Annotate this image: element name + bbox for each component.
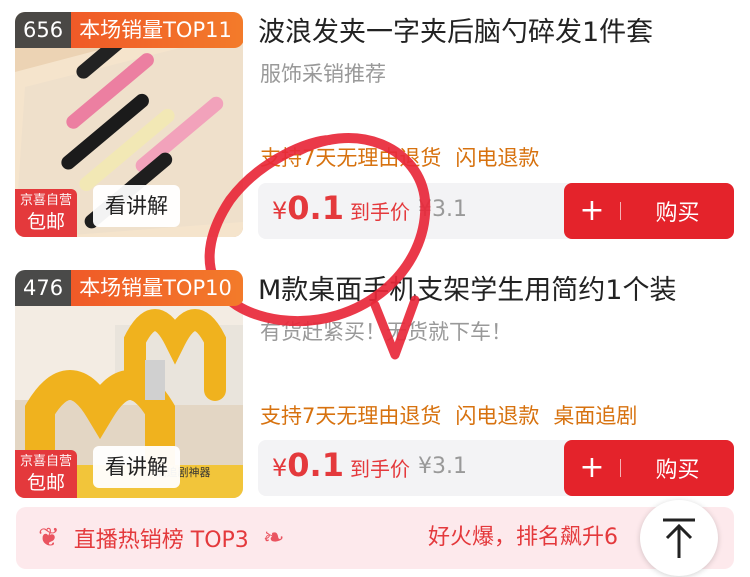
product-title[interactable]: 波浪发夹一字夹后脑勺碎发1件套 <box>258 14 653 52</box>
buy-label[interactable]: 购买 <box>621 452 734 484</box>
product-image[interactable]: 能追剧神器 476 本场销量TOP10 京喜自营 包邮 看讲解 <box>15 270 243 498</box>
price-value: 0.1 <box>287 189 344 227</box>
product-subtitle: 有货赶紧买！无货就下车！ <box>260 320 512 344</box>
rank-number: 476 <box>15 270 72 306</box>
price-value: 0.1 <box>287 446 344 484</box>
self-operated-badge: 京喜自营 包邮 <box>15 189 77 237</box>
tag-desktop-drama: 桌面追剧 <box>553 404 638 428</box>
add-to-cart-icon[interactable]: + <box>564 440 620 496</box>
final-price: ¥0.1 到手价 <box>272 446 410 484</box>
currency-symbol: ¥ <box>272 454 288 482</box>
final-price: ¥0.1 到手价 <box>272 189 410 227</box>
price-label: 到手价 <box>349 200 410 224</box>
back-to-top-button[interactable] <box>640 500 718 576</box>
product-image[interactable]: 656 本场销量TOP11 京喜自营 包邮 看讲解 <box>15 12 243 237</box>
original-price: ¥3.1 <box>418 454 467 479</box>
hot-ranking-title: ❦ 直播热销榜 TOP3 ❧ <box>38 507 285 569</box>
view-explanation-button[interactable]: 看讲解 <box>93 185 180 227</box>
rank-number: 656 <box>15 12 72 48</box>
rank-label: 本场销量TOP10 <box>71 270 243 306</box>
tag-fast-refund: 闪电退款 <box>455 404 540 428</box>
badge-line1: 京喜自营 <box>19 454 72 469</box>
add-to-cart-icon[interactable]: + <box>564 183 620 239</box>
buy-label[interactable]: 购买 <box>621 195 734 227</box>
laurel-left-icon: ❦ <box>38 523 60 553</box>
product-card[interactable]: 656 本场销量TOP11 京喜自营 包邮 看讲解 波浪发夹一字夹后脑勺碎发1件… <box>0 0 750 245</box>
price-bar: ¥0.1 到手价 ¥3.1 + 购买 <box>258 183 734 239</box>
buy-button[interactable]: + 购买 <box>564 183 734 239</box>
badge-line1: 京喜自营 <box>19 193 72 208</box>
sales-rank-badge: 476 本场销量TOP10 <box>15 270 243 306</box>
price-bar: ¥0.1 到手价 ¥3.1 + 购买 <box>258 440 734 496</box>
service-tags: 支持7天无理由退货 闪电退款 <box>260 142 553 174</box>
laurel-right-icon: ❧ <box>262 523 285 553</box>
hot-ranking-message: 好火爆，排名飙升6 <box>428 525 618 550</box>
service-tags: 支持7天无理由退货 闪电退款 桌面追剧 <box>260 400 651 432</box>
product-subtitle: 服饰采销推荐 <box>260 62 386 86</box>
back-to-top-icon <box>663 518 695 558</box>
currency-symbol: ¥ <box>272 197 288 225</box>
hot-ranking-label: 直播热销榜 TOP3 <box>73 528 249 553</box>
price-label: 到手价 <box>349 457 410 481</box>
original-price: ¥3.1 <box>418 197 467 222</box>
tag-fast-refund: 闪电退款 <box>455 146 540 170</box>
sales-rank-badge: 656 本场销量TOP11 <box>15 12 243 48</box>
rank-label: 本场销量TOP11 <box>71 12 243 48</box>
hot-ranking-banner[interactable]: ❦ 直播热销榜 TOP3 ❧ 好火爆，排名飙升6 <box>16 507 734 569</box>
self-operated-badge: 京喜自营 包邮 <box>15 450 77 498</box>
view-explanation-button[interactable]: 看讲解 <box>93 446 180 488</box>
buy-button[interactable]: + 购买 <box>564 440 734 496</box>
badge-line2: 包邮 <box>26 211 65 233</box>
tag-return-policy: 支持7天无理由退货 <box>260 404 442 428</box>
tag-return-policy: 支持7天无理由退货 <box>260 146 442 170</box>
badge-line2: 包邮 <box>26 472 65 494</box>
product-title[interactable]: M款桌面手机支架学生用简约1个装 <box>258 272 676 310</box>
product-card[interactable]: 能追剧神器 476 本场销量TOP10 京喜自营 包邮 看讲解 M款桌面手机支架… <box>0 258 750 503</box>
